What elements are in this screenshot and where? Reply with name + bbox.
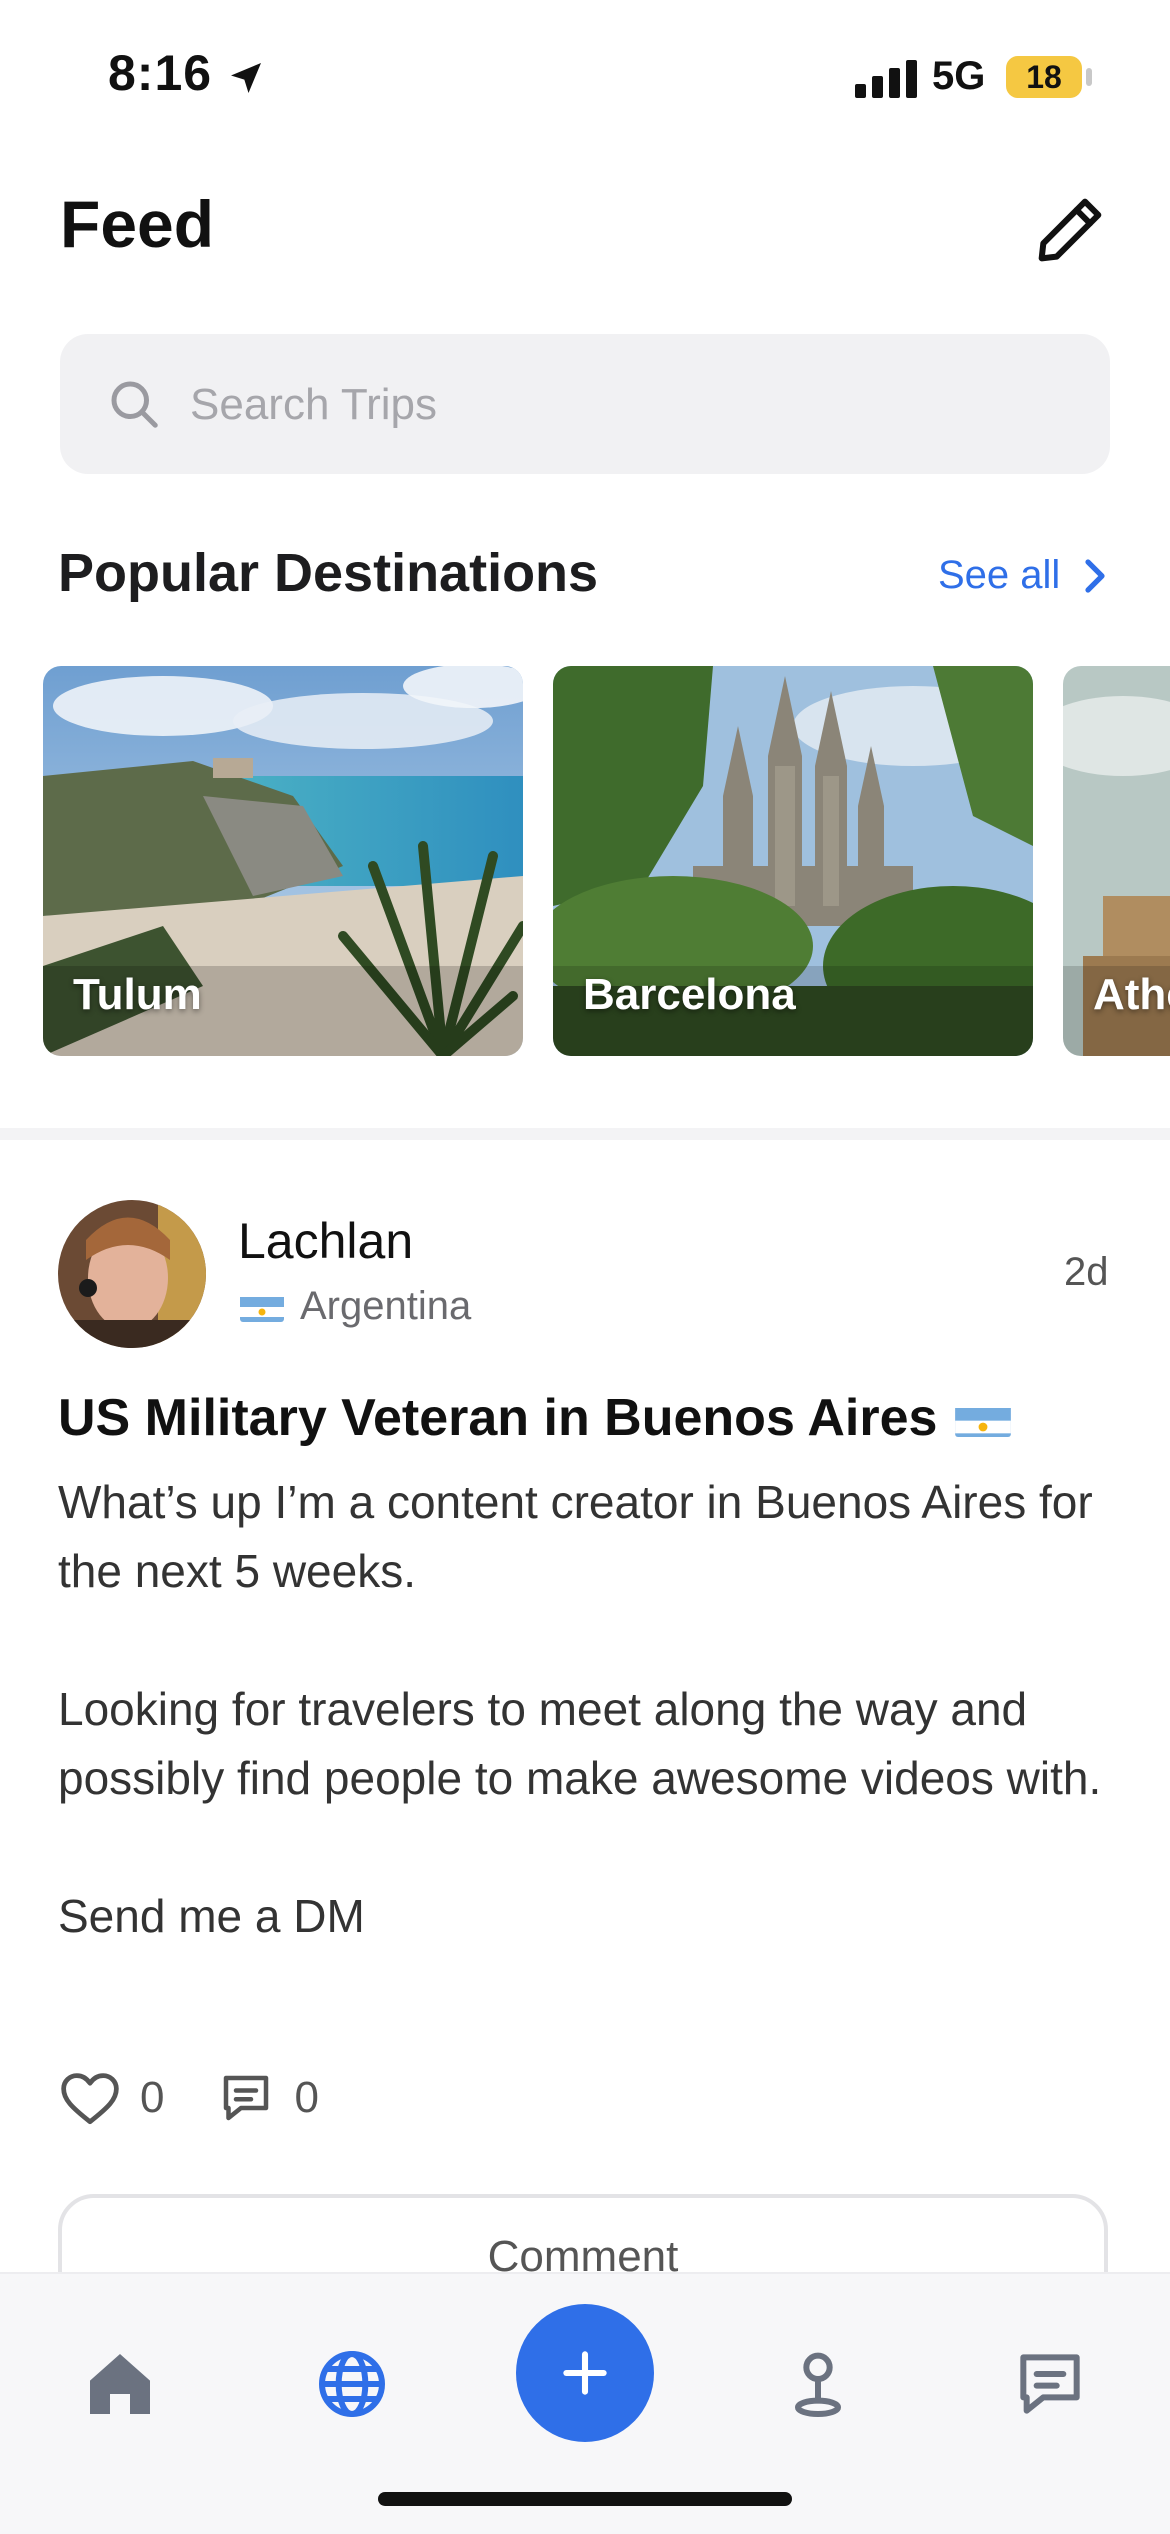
signal-icon xyxy=(855,60,917,98)
post-location: Argentina xyxy=(240,1284,471,1329)
edit-button[interactable] xyxy=(1030,190,1110,270)
tab-home[interactable] xyxy=(80,2344,160,2424)
argentina-flag-icon xyxy=(955,1399,1012,1437)
see-all-label: See all xyxy=(938,553,1061,597)
search-icon xyxy=(111,381,158,428)
comment-icon xyxy=(224,2075,269,2121)
home-icon xyxy=(90,2354,150,2414)
post-author[interactable]: Lachlan xyxy=(238,1212,413,1270)
plus-icon xyxy=(563,2351,607,2395)
post-location-label: Argentina xyxy=(300,1284,472,1328)
destinations-carousel[interactable]: Tulum Barcelona Ath xyxy=(0,666,1170,1056)
chevron-right-icon xyxy=(1085,558,1105,593)
heart-icon xyxy=(61,2073,119,2125)
section-title-popular: Popular Destinations xyxy=(58,543,599,603)
tab-messages[interactable] xyxy=(1010,2344,1090,2424)
like-button[interactable]: 0 xyxy=(58,2069,164,2127)
location-arrow-icon xyxy=(226,58,266,103)
search-bar[interactable] xyxy=(60,334,1110,474)
chat-icon xyxy=(1020,2354,1080,2414)
battery-cap xyxy=(1086,68,1092,86)
argentina-flag-icon xyxy=(240,1292,284,1322)
create-post-button[interactable] xyxy=(516,2304,654,2442)
page-title: Feed xyxy=(60,187,215,261)
destination-name: Barcelona xyxy=(583,970,796,1019)
destination-name: Athens xyxy=(1093,970,1170,1019)
destination-card-barcelona[interactable]: Barcelona xyxy=(553,666,1033,1056)
tab-map[interactable] xyxy=(778,2344,858,2424)
status-time: 8:16 xyxy=(108,45,213,101)
home-indicator xyxy=(378,2492,792,2506)
destination-card-athens[interactable]: Athens xyxy=(1063,666,1170,1056)
section-divider xyxy=(0,1128,1170,1140)
avatar[interactable] xyxy=(58,1200,206,1348)
pencil-icon xyxy=(1038,198,1102,262)
tab-explore[interactable] xyxy=(312,2344,392,2424)
network-type: 5G xyxy=(932,54,986,98)
comment-count: 0 xyxy=(294,2073,319,2122)
globe-icon xyxy=(319,2351,385,2417)
battery-icon: 18 xyxy=(1006,56,1082,98)
see-all-link[interactable]: See all xyxy=(938,553,1108,598)
search-input[interactable] xyxy=(188,368,1072,442)
post-title-text: US Military Veteran in Buenos Aires xyxy=(58,1389,938,1447)
destination-name: Tulum xyxy=(73,970,202,1019)
comment-count-button[interactable]: 0 xyxy=(216,2068,319,2128)
battery-level: 18 xyxy=(1026,59,1062,95)
post-reactions: 0 0 xyxy=(58,2068,371,2128)
post-body: What’s up I’m a content creator in Bueno… xyxy=(58,1476,1102,1942)
post-title: US Military Veteran in Buenos Aires xyxy=(58,1388,1138,1448)
destination-card-tulum[interactable]: Tulum xyxy=(43,666,523,1056)
post-timestamp: 2d xyxy=(1064,1250,1109,1294)
like-count: 0 xyxy=(140,2073,165,2122)
map-pin-icon xyxy=(795,2352,841,2417)
